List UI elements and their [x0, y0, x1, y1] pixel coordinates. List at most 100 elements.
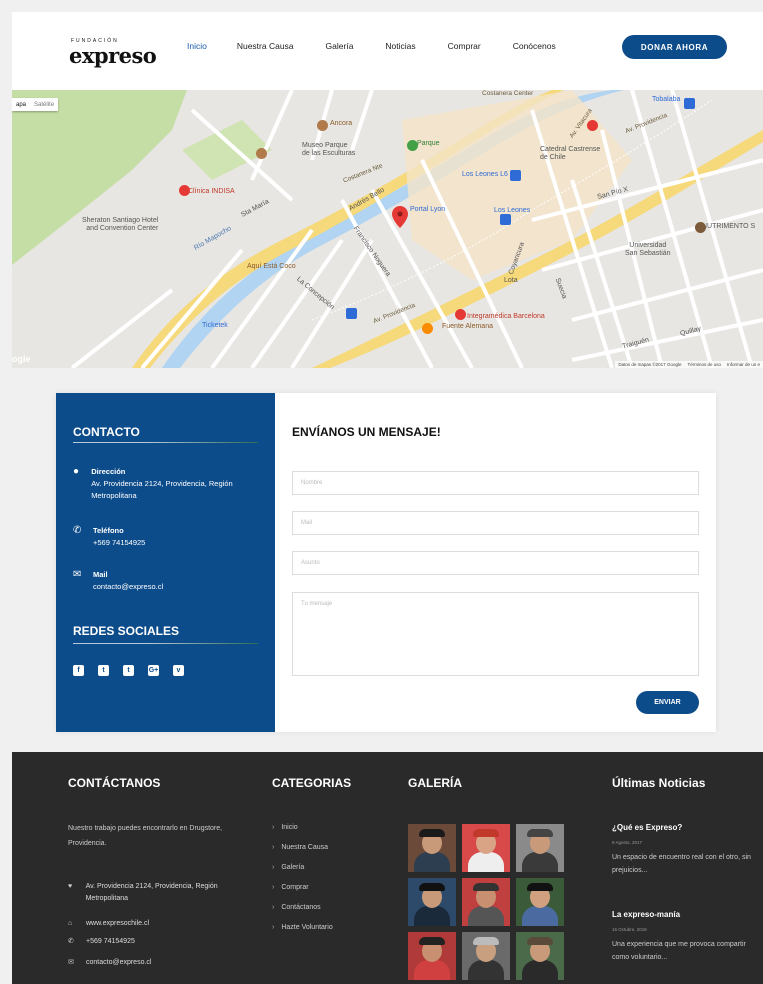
poi-marker-icon[interactable]	[695, 222, 706, 233]
footer-gallery	[408, 824, 564, 980]
map-type-satellite[interactable]: Satélite	[30, 102, 58, 108]
nav-item-noticias[interactable]: Noticias	[385, 41, 415, 51]
news-item-title[interactable]: La expreso-manía	[612, 910, 680, 919]
metro-marker-icon[interactable]	[500, 214, 511, 225]
gallery-thumbnail[interactable]	[408, 824, 456, 872]
category-item[interactable]: › Hazte Voluntario	[272, 924, 333, 944]
news-item-date: 9 Agosto, 2017	[612, 840, 643, 845]
footer-website-text[interactable]: www.expresochile.cl	[86, 918, 149, 930]
nav-item-inicio[interactable]: Inicio	[187, 41, 207, 51]
send-button[interactable]: ENVIAR	[636, 691, 699, 714]
park-marker-icon[interactable]	[407, 140, 418, 151]
mail-input[interactable]: Mail	[292, 511, 699, 535]
tumblr-icon[interactable]: t	[123, 665, 134, 676]
category-label[interactable]: Inicio	[281, 824, 297, 831]
category-label[interactable]: Galería	[281, 864, 304, 871]
phone-value[interactable]: +569 74154925	[93, 538, 145, 547]
social-title: REDES SOCIALES	[73, 624, 180, 638]
facebook-icon[interactable]: f	[73, 665, 84, 676]
category-label[interactable]: Comprar	[281, 884, 308, 891]
footer-contact-text: Nuestro trabajo puedes encontrarlo en Dr…	[68, 825, 223, 847]
footer-address-text: Av. Providencia 2124, Providencia, Regió…	[85, 883, 218, 902]
site-logo[interactable]: FUNDACIÓN expreso	[69, 38, 157, 68]
footer-categories-title: CATEGORIAS	[272, 776, 352, 790]
logo-main-text: expreso	[69, 43, 157, 68]
map-type-map[interactable]: apa	[12, 102, 30, 108]
mail-label: Mail	[93, 570, 108, 579]
google-logo: ogle	[12, 354, 31, 364]
map-terms-link[interactable]: Términos de uso	[687, 362, 721, 367]
gallery-thumbnail[interactable]	[516, 932, 564, 980]
category-label[interactable]: Hazte Voluntario	[281, 924, 332, 931]
category-label[interactable]: Contáctanos	[281, 904, 320, 911]
map-type-toggle[interactable]: apa Satélite	[12, 98, 59, 111]
nav-item-nuestra-causa[interactable]: Nuestra Causa	[237, 41, 294, 51]
gallery-thumbnail[interactable]	[408, 878, 456, 926]
category-item[interactable]: › Inicio	[272, 824, 333, 844]
site-footer: CONTÁCTANOS Nuestro trabajo puedes encon…	[12, 752, 763, 984]
chevron-right-icon: ›	[272, 884, 275, 891]
name-input[interactable]: Nombre	[292, 471, 699, 495]
footer-email-text[interactable]: contacto@expreso.cl	[86, 957, 151, 969]
footer-email: ✉ contacto@expreso.cl	[68, 957, 258, 969]
chevron-right-icon: ›	[272, 824, 275, 831]
chevron-right-icon: ›	[272, 864, 275, 871]
heart-icon: ♥	[68, 883, 73, 890]
nav-item-galeria[interactable]: Galería	[326, 41, 354, 51]
google-map[interactable]: apa Satélite Costanera Center Tobalaba A…	[12, 90, 763, 368]
hospital-marker-icon[interactable]	[179, 185, 190, 196]
google-plus-icon[interactable]: G+	[148, 665, 159, 676]
category-label[interactable]: Nuestra Causa	[281, 844, 328, 851]
phone-label: Teléfono	[93, 526, 124, 535]
category-item[interactable]: › Contáctanos	[272, 904, 333, 924]
metro-marker-icon[interactable]	[346, 308, 357, 319]
mail-icon: ✉	[73, 569, 82, 580]
map-label: Integramédica Barcelona	[467, 313, 545, 320]
map-report-link[interactable]: Informar de un e	[727, 362, 760, 367]
twitter-icon[interactable]: t	[98, 665, 109, 676]
poi-marker-icon[interactable]	[256, 148, 267, 159]
title-underline	[73, 643, 258, 644]
category-item[interactable]: › Galería	[272, 864, 333, 884]
title-underline	[73, 442, 258, 443]
gallery-thumbnail[interactable]	[462, 878, 510, 926]
mail-value[interactable]: contacto@expreso.cl	[93, 582, 163, 591]
footer-contact-title: CONTÁCTANOS	[68, 776, 161, 790]
contact-title: CONTACTO	[73, 425, 140, 439]
nav-item-conocenos[interactable]: Conócenos	[513, 41, 556, 51]
gallery-thumbnail[interactable]	[408, 932, 456, 980]
category-item[interactable]: › Comprar	[272, 884, 333, 904]
contact-section: CONTACTO ● Dirección Av. Providencia 212…	[56, 393, 716, 732]
hospital-marker-icon[interactable]	[455, 309, 466, 320]
footer-categories-list: › Inicio › Nuestra Causa › Galería › Comprar…	[272, 824, 333, 944]
address-label: Dirección	[91, 467, 126, 476]
news-item-title[interactable]: ¿Qué es Expreso?	[612, 823, 682, 832]
footer-phone-text[interactable]: +569 74154925	[86, 936, 135, 948]
gallery-thumbnail[interactable]	[516, 824, 564, 872]
social-links: f t t G+ v	[73, 665, 184, 676]
vimeo-icon[interactable]: v	[173, 665, 184, 676]
location-pin-icon: ●	[73, 466, 80, 477]
donate-button[interactable]: DONAR AHORA	[622, 35, 727, 59]
nav-item-comprar[interactable]: Comprar	[448, 41, 481, 51]
message-textarea[interactable]: Tu mensaje	[292, 592, 699, 676]
poi-marker-icon[interactable]	[317, 120, 328, 131]
news-item-excerpt: Una experiencia que me provoca compartir…	[612, 941, 746, 961]
hospital-marker-icon[interactable]	[587, 120, 598, 131]
map-label: Clínica INDISA	[188, 188, 235, 195]
map-label: Universidad San Sebastián	[625, 242, 671, 257]
news-item-date: 16 Octubre, 2016	[612, 927, 647, 932]
footer-website: ⌂ www.expresochile.cl	[68, 918, 258, 930]
map-label: Costanera Center	[482, 90, 534, 97]
map-label: Parque	[417, 140, 440, 147]
phone-icon: ✆	[68, 938, 74, 945]
metro-marker-icon[interactable]	[510, 170, 521, 181]
gallery-thumbnail[interactable]	[462, 824, 510, 872]
map-label: Sheraton Santiago Hotel and Convention C…	[82, 217, 159, 232]
gallery-thumbnail[interactable]	[462, 932, 510, 980]
subject-input[interactable]: Asunto	[292, 551, 699, 575]
metro-marker-icon[interactable]	[684, 98, 695, 109]
restaurant-marker-icon[interactable]	[422, 323, 433, 334]
gallery-thumbnail[interactable]	[516, 878, 564, 926]
category-item[interactable]: › Nuestra Causa	[272, 844, 333, 864]
